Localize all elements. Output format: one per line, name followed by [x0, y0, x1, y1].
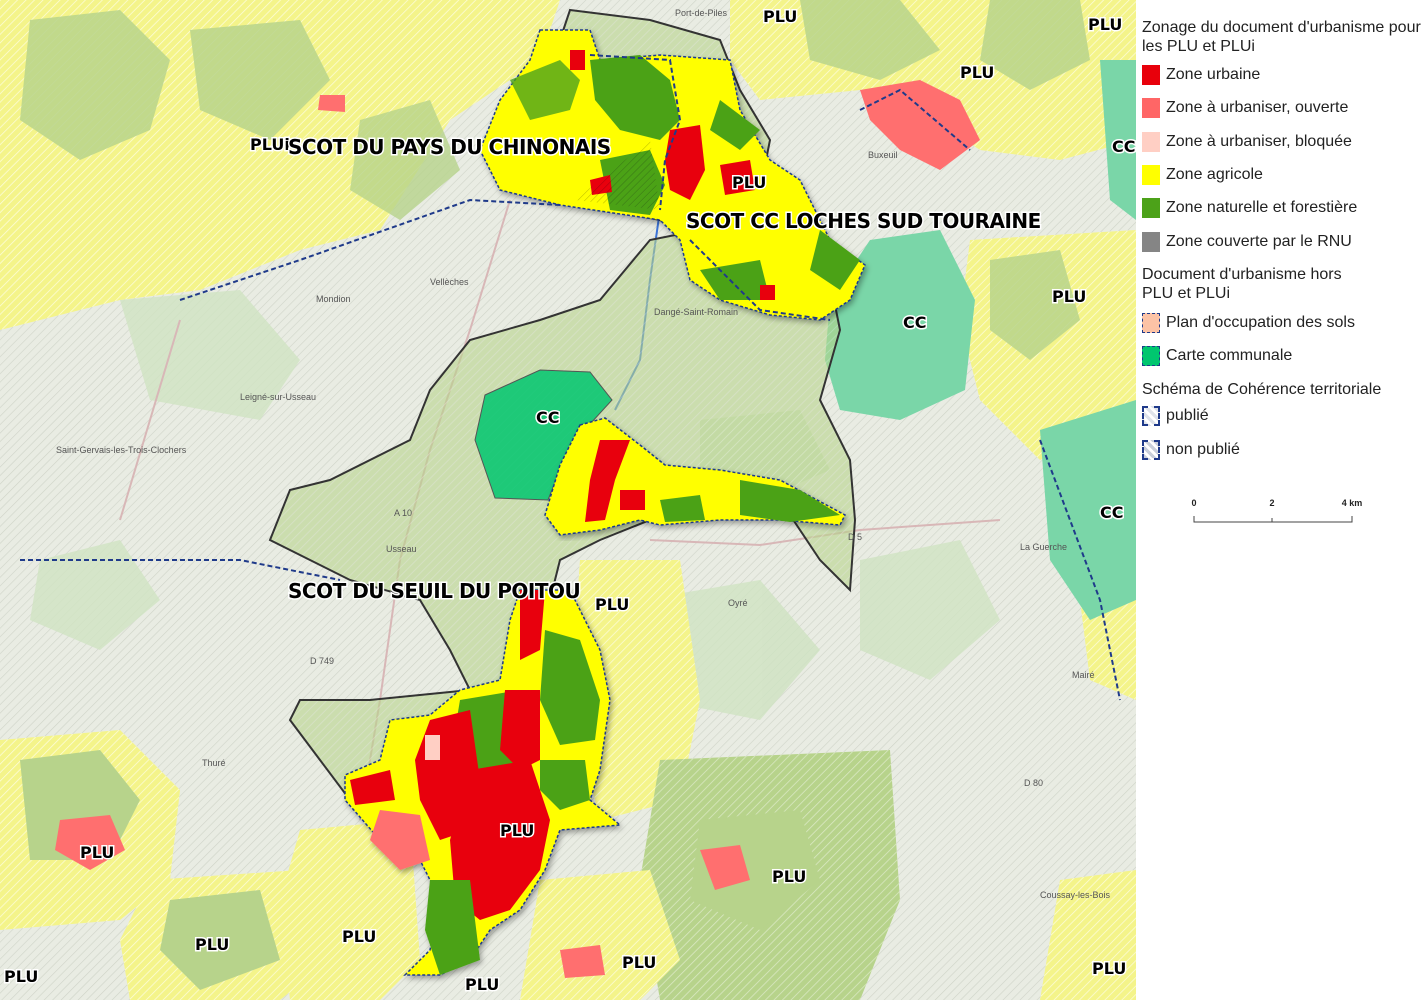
swatch-zone-naturelle — [1142, 198, 1160, 218]
place-name: Oyré — [728, 598, 748, 608]
legend-title-hors-plu: Document d'urbanisme hors PLU et PLUi — [1142, 266, 1342, 302]
scot-label-chinonais: SCOT DU PAYS DU CHINONAIS — [288, 135, 611, 159]
swatch-zone-agricole — [1142, 165, 1160, 185]
scale-bar: 0 2 4 km — [1191, 498, 1382, 528]
place-name: Usseau — [386, 544, 417, 554]
legend-item-scot-publie: publié — [1142, 404, 1209, 428]
plu-label: PLU — [1088, 15, 1122, 34]
plu-label-extra: PLU — [465, 975, 499, 994]
legend-title-scot: Schéma de Cohérence territoriale — [1142, 381, 1382, 398]
scot-label-loches: SCOT CC LOCHES SUD TOURAINE — [686, 209, 1041, 233]
place-name: Mairé — [1072, 670, 1095, 680]
map-svg: Port-de-Piles Buxeuil Vellèches Mondion … — [0, 0, 1136, 1000]
legend-label: Zone couverte par le RNU — [1166, 233, 1352, 250]
road-label: D 80 — [1024, 778, 1043, 788]
legend: Zonage du document d'urbanisme pour les … — [1136, 0, 1426, 1000]
place-name: Vellèches — [430, 277, 469, 287]
legend-label: publié — [1166, 407, 1209, 424]
legend-item-scot-non-publie: non publié — [1142, 438, 1240, 462]
place-name: Dangé-Saint-Romain — [654, 307, 738, 317]
swatch-pos — [1142, 313, 1160, 333]
legend-label: Plan d'occupation des sols — [1166, 314, 1355, 331]
legend-item-pos: Plan d'occupation des sols — [1142, 311, 1355, 335]
plu-label: PLU — [960, 63, 994, 82]
plu-label: PLU — [772, 867, 806, 886]
swatch-zone-rnu — [1142, 232, 1160, 252]
place-name: Leigné-sur-Usseau — [240, 392, 316, 402]
plu-label: PLU — [500, 821, 534, 840]
scale-bar-line — [1193, 516, 1353, 523]
place-name: Mondion — [316, 294, 351, 304]
swatch-zone-au-bloquee — [1142, 132, 1160, 152]
plu-label: PLU — [763, 7, 797, 26]
legend-label: Zone naturelle et forestière — [1166, 199, 1358, 216]
plu-label: PLU — [595, 595, 629, 614]
place-name: Thuré — [202, 758, 226, 768]
legend-title-zonage: Zonage du document d'urbanisme pour les … — [1142, 19, 1421, 55]
plu-label-extra: PLU — [1092, 959, 1126, 978]
swatch-zone-au-ouverte — [1142, 98, 1160, 118]
legend-label: Carte communale — [1166, 347, 1293, 364]
plu-label: PLU — [195, 935, 229, 954]
plu-label: PLU — [80, 843, 114, 862]
legend-label: Zone à urbaniser, ouverte — [1166, 99, 1349, 116]
place-name: La Guerche — [1020, 542, 1067, 552]
legend-label: Zone agricole — [1166, 166, 1263, 183]
road-label: A 10 — [394, 508, 412, 518]
place-name: Port-de-Piles — [675, 8, 728, 18]
legend-label: Zone à urbaniser, bloquée — [1166, 133, 1352, 150]
plu-label: PLU — [732, 173, 766, 192]
legend-label: non publié — [1166, 441, 1240, 458]
cc-label: CC — [903, 313, 926, 332]
legend-item-zone-rnu: Zone couverte par le RNU — [1142, 230, 1352, 254]
legend-item-zone-au-bloquee: Zone à urbaniser, bloquée — [1142, 130, 1352, 154]
cc-label: CC — [1112, 137, 1135, 156]
plui-label: PLUi — [250, 135, 290, 154]
legend-label: Zone urbaine — [1166, 66, 1261, 83]
map-canvas[interactable]: Port-de-Piles Buxeuil Vellèches Mondion … — [0, 0, 1136, 1000]
plu-label: PLU — [1052, 287, 1086, 306]
cc-label: CC — [536, 408, 559, 427]
legend-item-zone-agricole: Zone agricole — [1142, 163, 1263, 187]
legend-item-zone-au-ouverte: Zone à urbaniser, ouverte — [1142, 96, 1348, 120]
place-name: Saint-Gervais-les-Trois-Clochers — [56, 445, 187, 455]
legend-item-zone-urbaine: Zone urbaine — [1142, 63, 1260, 87]
plu-label: PLU — [4, 967, 38, 986]
swatch-scot-non-publie — [1142, 440, 1160, 460]
cc-label: CC — [1100, 503, 1123, 522]
place-name: Buxeuil — [868, 150, 898, 160]
plu-label: PLU — [342, 927, 376, 946]
road-label: D 749 — [310, 656, 334, 666]
legend-item-carte-communale: Carte communale — [1142, 344, 1292, 368]
place-name: Coussay-les-Bois — [1040, 890, 1111, 900]
swatch-carte-communale — [1142, 346, 1160, 366]
scot-label-poitou: SCOT DU SEUIL DU POITOU — [288, 579, 580, 603]
road-label: D 5 — [848, 532, 862, 542]
plu-label: PLU — [622, 953, 656, 972]
swatch-zone-urbaine — [1142, 65, 1160, 85]
legend-item-zone-naturelle: Zone naturelle et forestière — [1142, 196, 1357, 220]
swatch-scot-publie — [1142, 406, 1160, 426]
